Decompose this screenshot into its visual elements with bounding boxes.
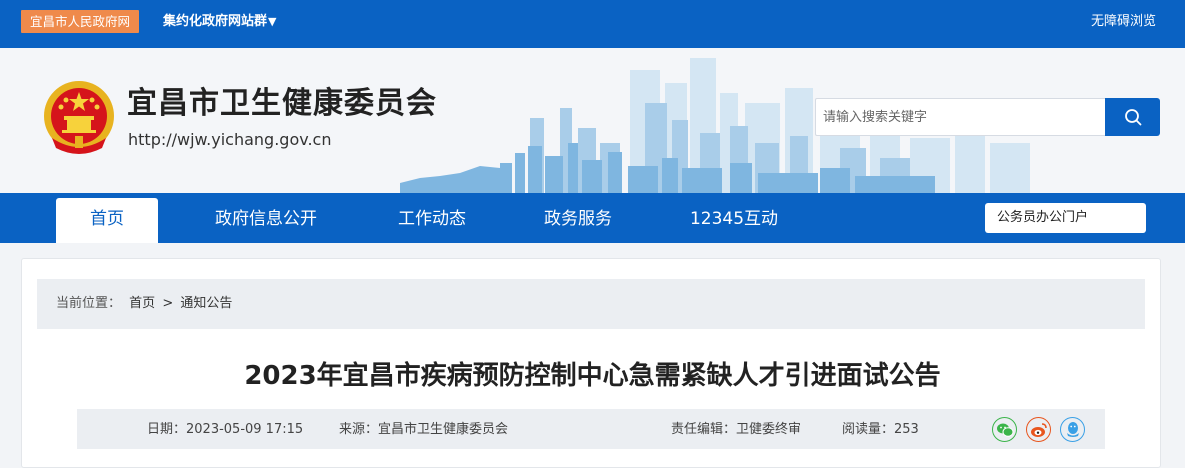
share-weibo-button[interactable] xyxy=(1026,417,1051,442)
search-icon xyxy=(1124,109,1141,126)
qq-icon xyxy=(1066,422,1079,437)
site-header: 宜昌市卫生健康委员会 http://wjw.yichang.gov.cn xyxy=(0,48,1185,193)
breadcrumb: 当前位置： 首页 > 通知公告 xyxy=(37,279,1145,329)
top-bar: 宜昌市人民政府网 集约化政府网站群▼ 无障碍浏览 xyxy=(0,0,1185,48)
search-input[interactable] xyxy=(815,98,1105,136)
nav-item-work-news[interactable]: 工作动态 xyxy=(380,198,484,243)
search-box xyxy=(815,98,1160,136)
article-editor: 责任编辑：卫健委终审 xyxy=(671,422,802,437)
article-views: 阅读量：253 xyxy=(842,422,919,437)
site-cluster-dropdown[interactable]: 集约化政府网站群▼ xyxy=(163,12,276,32)
wechat-icon xyxy=(996,423,1013,437)
civil-servant-portal-button[interactable]: 公务员办公门户 xyxy=(985,203,1146,233)
main-nav: 首页 政府信息公开 工作动态 政务服务 12345互动 公务员办公门户 xyxy=(0,193,1185,243)
article-title: 2023年宜昌市疾病预防控制中心急需紧缺人才引进面试公告 xyxy=(244,361,941,391)
nav-item-services[interactable]: 政务服务 xyxy=(526,198,630,243)
breadcrumb-notice-link[interactable]: 通知公告 xyxy=(180,296,232,311)
site-title: 宜昌市卫生健康委员会 xyxy=(127,86,437,121)
breadcrumb-separator: > xyxy=(162,296,174,311)
national-emblem-logo xyxy=(44,81,114,154)
weibo-icon xyxy=(1030,422,1047,437)
nav-item-12345[interactable]: 12345互动 xyxy=(676,198,792,243)
dropdown-arrow-icon: ▼ xyxy=(268,15,277,28)
accessibility-link[interactable]: 无障碍浏览 xyxy=(1091,12,1156,32)
city-government-site-link[interactable]: 宜昌市人民政府网 xyxy=(21,10,140,33)
breadcrumb-prefix: 当前位置： xyxy=(56,296,122,311)
article-meta-bar: 日期：2023-05-09 17:15 来源：宜昌市卫生健康委员会 责任编辑：卫… xyxy=(77,409,1105,449)
nav-item-gov-info[interactable]: 政府信息公开 xyxy=(196,198,336,243)
share-wechat-button[interactable] xyxy=(992,417,1017,442)
article-source: 来源：宜昌市卫生健康委员会 xyxy=(339,422,509,437)
breadcrumb-home-link[interactable]: 首页 xyxy=(129,296,155,311)
search-button[interactable] xyxy=(1105,98,1160,136)
site-cluster-label: 集约化政府网站群 xyxy=(163,14,268,29)
article-date: 日期：2023-05-09 17:15 xyxy=(147,422,304,437)
share-qq-button[interactable] xyxy=(1060,417,1085,442)
nav-item-home[interactable]: 首页 xyxy=(56,198,158,243)
site-url: http://wjw.yichang.gov.cn xyxy=(128,130,332,149)
